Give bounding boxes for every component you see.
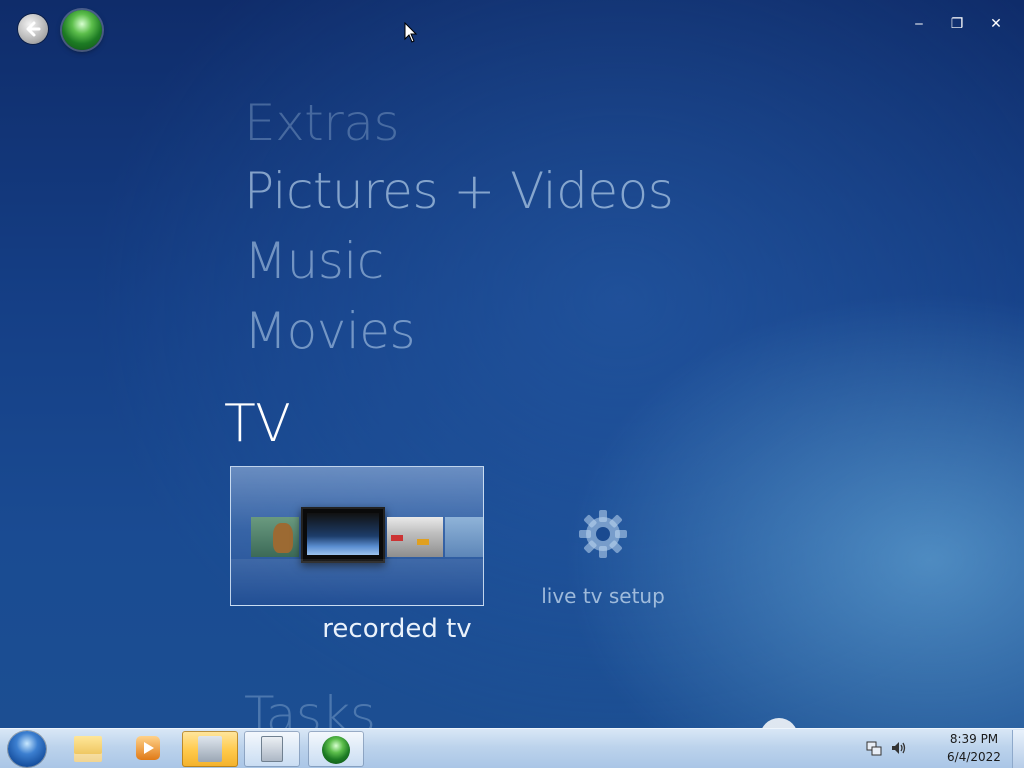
live-tv-setup-label[interactable]: live tv setup [532, 584, 674, 608]
devices-icon [198, 736, 222, 762]
menu-item-pictures-videos[interactable]: Pictures + Videos [244, 162, 674, 220]
mouse-cursor-icon [404, 22, 418, 43]
media-center-icon [322, 736, 350, 764]
taskbar-media-player[interactable] [120, 731, 176, 767]
minimize-button[interactable]: ‒ [908, 14, 930, 34]
recording-thumbnail [445, 517, 483, 557]
back-arrow-icon [26, 21, 41, 37]
clock-time[interactable]: 8:39 PM [930, 732, 1018, 746]
clock-date[interactable]: 6/4/2022 [930, 750, 1018, 764]
menu-item-extras[interactable]: Extras [244, 94, 400, 152]
volume-icon[interactable] [890, 740, 908, 756]
menu-item-tv[interactable]: TV [224, 394, 291, 454]
recorded-tv-tile[interactable] [230, 466, 484, 606]
taskbar-calculator[interactable] [244, 731, 300, 767]
calculator-icon [261, 736, 283, 762]
gear-icon[interactable] [576, 507, 630, 561]
media-center-home-button[interactable] [62, 10, 102, 50]
tile-reflection [231, 559, 483, 605]
menu-item-movies[interactable]: Movies [244, 302, 416, 360]
taskbar-windows-explorer[interactable] [60, 731, 116, 767]
close-button[interactable]: ✕ [985, 14, 1007, 34]
folder-icon [74, 736, 102, 762]
recording-thumbnail [301, 507, 385, 563]
taskbar-media-center[interactable] [308, 731, 364, 767]
media-player-icon [136, 736, 160, 760]
show-desktop-button[interactable] [1012, 730, 1024, 768]
start-button[interactable] [8, 731, 46, 767]
recorded-tv-label: recorded tv [322, 614, 472, 644]
network-icon[interactable] [866, 740, 882, 756]
restore-button[interactable]: ❐ [946, 14, 968, 34]
recording-thumbnail [387, 517, 443, 557]
taskbar-devices[interactable] [182, 731, 238, 767]
menu-item-music[interactable]: Music [244, 232, 384, 290]
recording-thumbnail [251, 517, 299, 557]
back-button[interactable] [18, 14, 48, 44]
